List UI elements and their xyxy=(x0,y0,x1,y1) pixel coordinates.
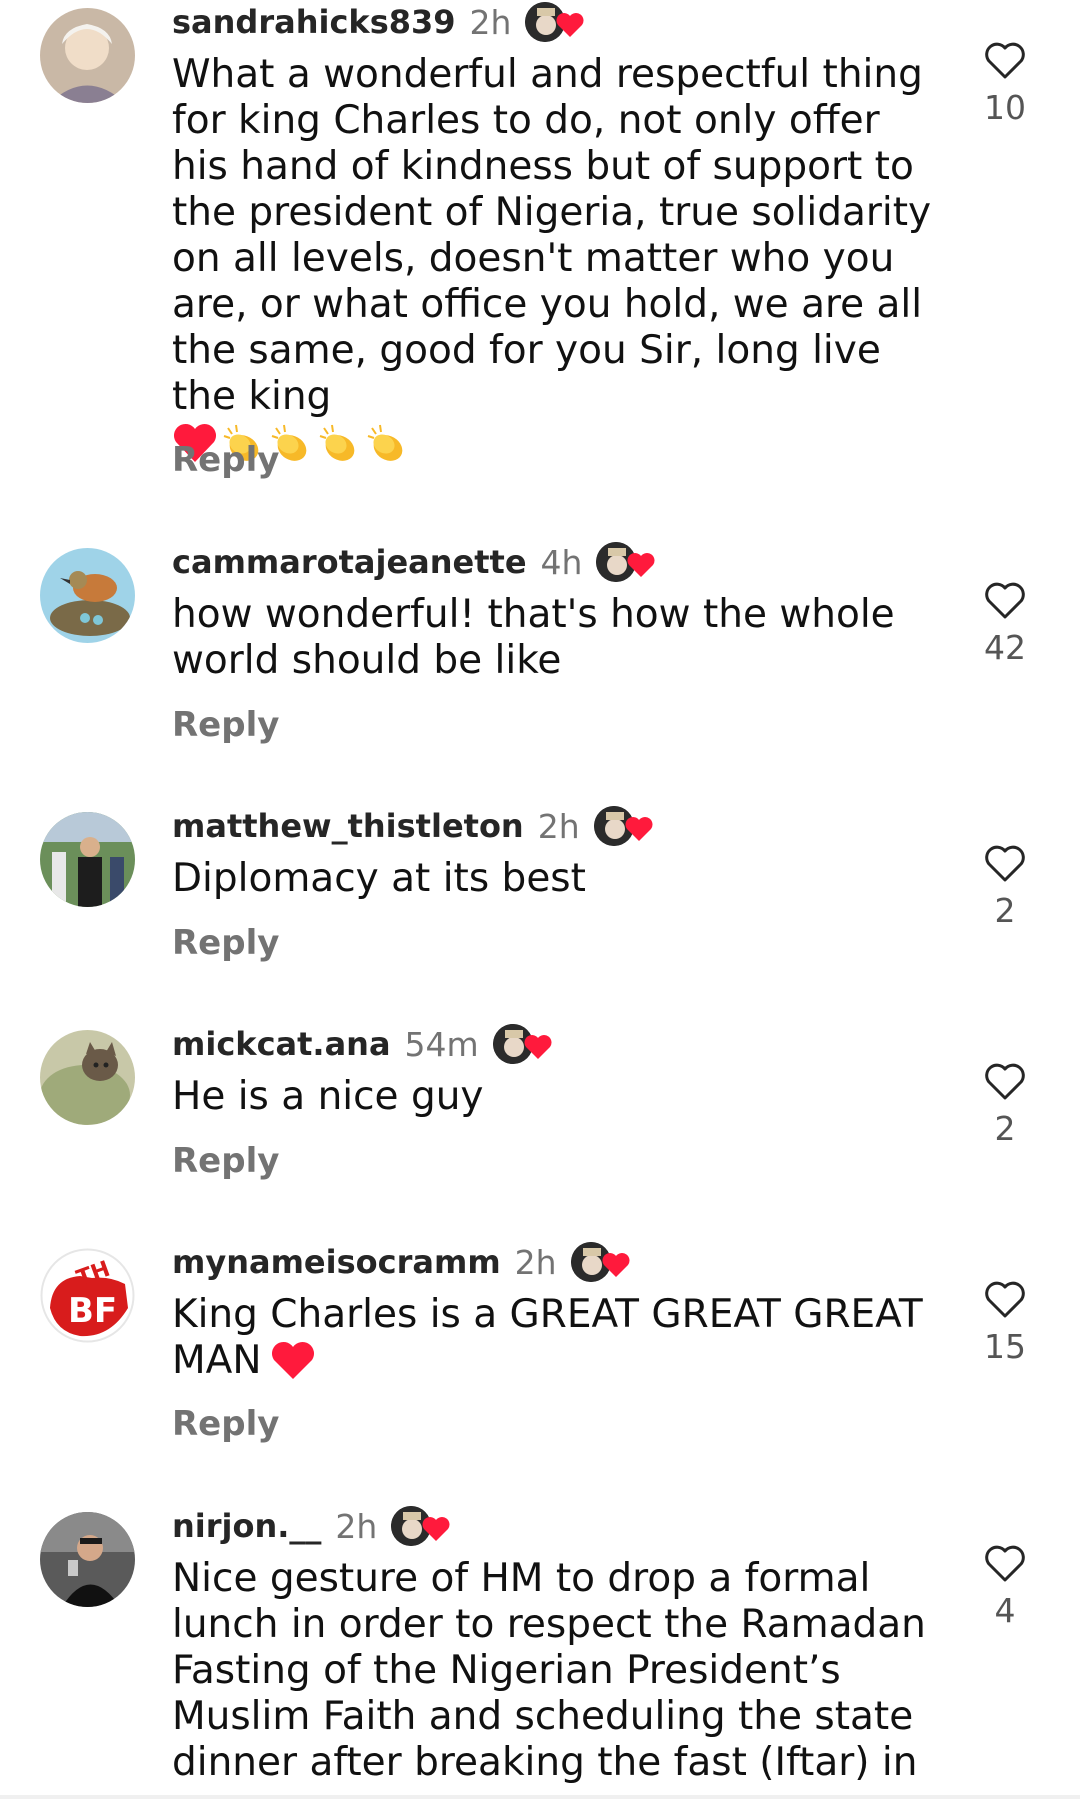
profile-badge-icon xyxy=(492,1024,553,1064)
avatar[interactable]: TH BF xyxy=(40,1248,135,1343)
comment-text: Nice gesture of HM to drop a formal lunc… xyxy=(172,1556,942,1786)
comment-text-content: Diplomacy at its best xyxy=(172,856,586,901)
like-count: 4 xyxy=(994,1591,1016,1630)
heart-outline-icon[interactable] xyxy=(984,1279,1026,1319)
avatar[interactable] xyxy=(40,812,135,907)
timestamp: 2h xyxy=(514,1242,557,1282)
username[interactable]: mickcat.ana xyxy=(172,1025,391,1063)
avatar[interactable] xyxy=(40,8,135,103)
clapping-hands-icon xyxy=(367,424,403,461)
comment-text: What a wonderful and respectful thing fo… xyxy=(172,52,942,464)
username[interactable]: cammarotajeanette xyxy=(172,543,527,581)
avatar[interactable] xyxy=(40,548,135,643)
avatar[interactable] xyxy=(40,1512,135,1607)
comment-header: cammarotajeanette 4h xyxy=(172,542,656,582)
comment-header: mynameisocramm 2h xyxy=(172,1242,631,1282)
profile-badge-icon xyxy=(525,2,585,42)
heart-outline-icon[interactable] xyxy=(984,1543,1026,1583)
reply-button[interactable]: Reply xyxy=(172,440,279,480)
comment-text-content: What a wonderful and respectful thing fo… xyxy=(172,52,932,419)
svg-text:BF: BF xyxy=(68,1291,117,1331)
divider xyxy=(0,1795,1080,1799)
comment-text-content: how wonderful! that's how the whole worl… xyxy=(172,592,895,683)
profile-badge-icon xyxy=(391,1506,451,1546)
like-button[interactable]: 2 xyxy=(975,843,1035,930)
comment-header: matthew_thistleton 2h xyxy=(172,806,654,846)
like-count: 10 xyxy=(984,88,1026,127)
profile-badge-icon xyxy=(570,1242,631,1282)
avatar[interactable] xyxy=(40,1030,135,1125)
username[interactable]: sandrahicks839 xyxy=(172,3,456,41)
comment-text-content: Nice gesture of HM to drop a formal lunc… xyxy=(172,1556,926,1785)
timestamp: 2h xyxy=(537,806,580,846)
like-button[interactable]: 4 xyxy=(975,1543,1035,1630)
comment-text-content: He is a nice guy xyxy=(172,1074,484,1119)
like-count: 15 xyxy=(984,1327,1026,1366)
like-count: 42 xyxy=(984,628,1026,667)
like-button[interactable]: 2 xyxy=(975,1061,1035,1148)
reply-button[interactable]: Reply xyxy=(172,1404,279,1444)
comment-header: nirjon.__ 2h xyxy=(172,1506,451,1546)
profile-badge-icon xyxy=(596,542,656,582)
like-button[interactable]: 10 xyxy=(975,40,1035,127)
username[interactable]: mynameisocramm xyxy=(172,1243,501,1281)
reply-button[interactable]: Reply xyxy=(172,923,279,963)
profile-badge-icon xyxy=(593,806,654,846)
reply-button[interactable]: Reply xyxy=(172,1141,279,1181)
comment-header: mickcat.ana 54m xyxy=(172,1024,553,1064)
heart-outline-icon[interactable] xyxy=(984,843,1026,883)
timestamp: 2h xyxy=(335,1506,378,1546)
like-button[interactable]: 42 xyxy=(975,580,1035,667)
like-count: 2 xyxy=(994,891,1016,930)
timestamp: 4h xyxy=(540,542,583,582)
username[interactable]: matthew_thistleton xyxy=(172,807,524,845)
timestamp: 2h xyxy=(469,2,512,42)
reply-button[interactable]: Reply xyxy=(172,705,279,745)
like-button[interactable]: 15 xyxy=(975,1279,1035,1366)
comment-text: King Charles is a GREAT GREAT GREAT MAN xyxy=(172,1292,942,1384)
username[interactable]: nirjon.__ xyxy=(172,1507,321,1545)
emoji-row xyxy=(172,422,942,464)
heart-outline-icon[interactable] xyxy=(984,40,1026,80)
like-count: 2 xyxy=(994,1109,1016,1148)
comment-text: He is a nice guy xyxy=(172,1074,942,1120)
comment-header: sandrahicks839 2h xyxy=(172,2,585,42)
comment-text: Diplomacy at its best xyxy=(172,856,942,902)
clapping-hands-icon xyxy=(319,424,355,461)
timestamp: 54m xyxy=(404,1024,479,1064)
comment-text: how wonderful! that's how the whole worl… xyxy=(172,592,942,684)
heart-outline-icon[interactable] xyxy=(984,1061,1026,1101)
red-heart-icon xyxy=(271,1341,314,1379)
heart-outline-icon[interactable] xyxy=(984,580,1026,620)
